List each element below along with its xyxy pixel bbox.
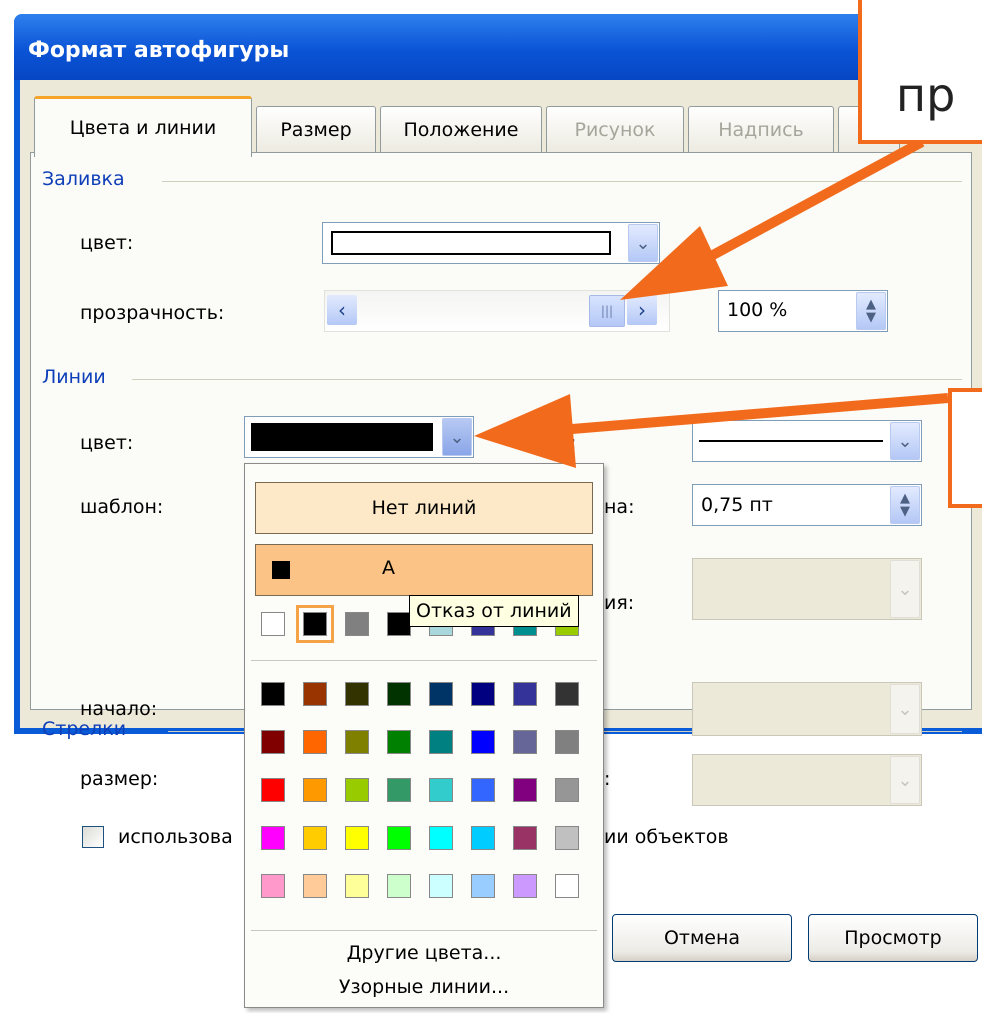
annotation-arrow-line	[697, 137, 925, 267]
annotation-arrow-head	[620, 226, 728, 300]
annotation-callout-right	[948, 388, 982, 508]
annotation-callout-top: пр	[858, 0, 982, 144]
annotation-arrow-head	[474, 394, 576, 468]
annotation-callout-top-text: пр	[896, 68, 956, 122]
annotation-arrow-line	[559, 393, 949, 435]
annotation-arrows	[474, 137, 949, 468]
